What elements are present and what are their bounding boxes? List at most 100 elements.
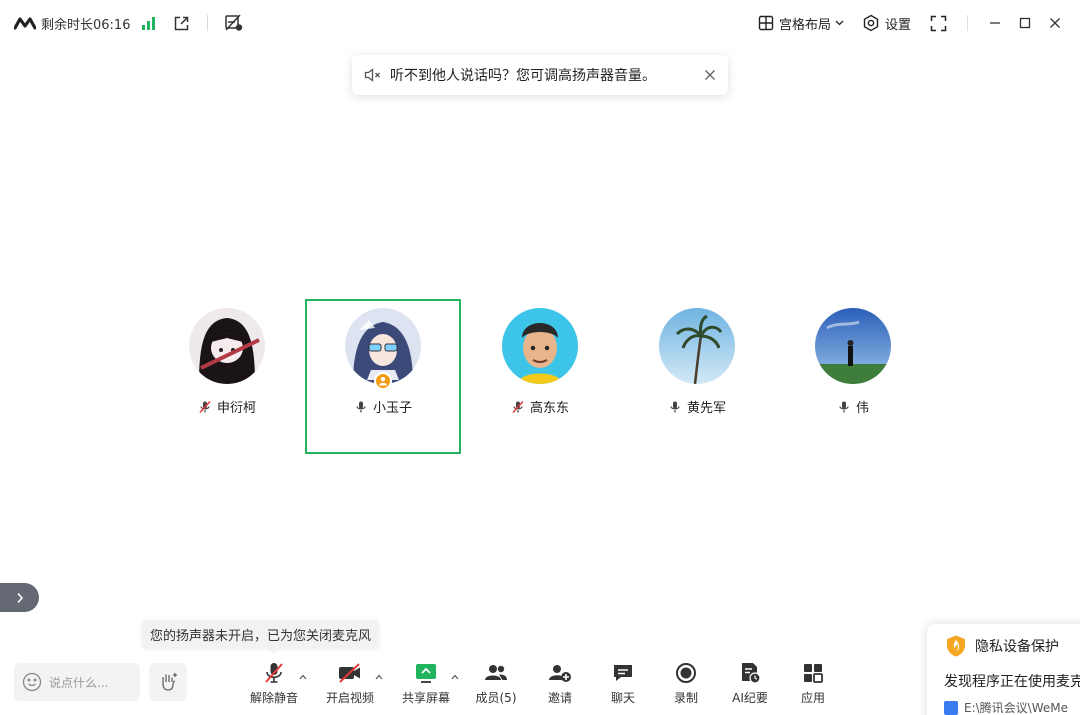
participant-name: 申衍柯: [216, 401, 256, 416]
expand-panel-button[interactable]: [0, 583, 39, 612]
mic-closed-tooltip: 您的扬声器未开启，已为您关闭麦克风: [142, 620, 380, 648]
invite-button[interactable]: 邀请: [528, 660, 592, 708]
ai-minutes-label: AI纪要: [732, 691, 768, 705]
grid-layout-icon: [758, 15, 774, 31]
fullscreen-button[interactable]: [923, 8, 953, 38]
title-bar-left: 剩余时长06:16: [0, 0, 247, 46]
raise-hand-icon: [162, 673, 177, 691]
tooltip-text: 您的扬声器未开启，已为您关闭麦克风: [150, 628, 372, 644]
title-bar-right: 宫格布局 设置: [758, 0, 1080, 46]
minimize-icon: [990, 22, 1000, 24]
avatar: [659, 308, 735, 384]
record-icon: [676, 663, 696, 683]
participant-name: 高东东: [529, 401, 569, 416]
title-bar: 剩余时长06:16 宫格布局 设置: [0, 0, 1080, 46]
chevron-up-icon: [299, 674, 307, 680]
ai-minutes-icon: [742, 663, 761, 684]
chevron-right-icon: [16, 592, 23, 603]
network-signal-icon[interactable]: [142, 16, 156, 30]
invite-icon: [549, 665, 571, 682]
share-screen-button[interactable]: 共享屏幕: [394, 660, 458, 708]
participant-name-row: 黄先军: [619, 397, 775, 416]
members-label: 成员(5): [475, 691, 517, 705]
invite-label: 邀请: [547, 691, 572, 705]
video-options-caret[interactable]: [374, 672, 384, 682]
mic-icon: [837, 400, 851, 414]
participant-name: 黄先军: [686, 401, 726, 416]
participant-name-row: 伟: [775, 397, 931, 416]
app-logo-icon: [14, 16, 36, 30]
close-button[interactable]: [1040, 8, 1070, 38]
participant-tile[interactable]: 黄先军: [619, 299, 775, 454]
participant-tile-active[interactable]: 小玉子: [305, 299, 461, 454]
speaker-volume-notice: 听不到他人说话吗？您可调高扬声器音量。: [352, 55, 728, 95]
privacy-title: 隐私设备保护: [975, 639, 1059, 655]
mic-off-icon: [265, 663, 283, 683]
notice-close-icon[interactable]: [704, 69, 716, 81]
unmute-button[interactable]: 解除静音: [242, 660, 306, 708]
chat-placeholder: 说点什么...: [49, 675, 109, 690]
raise-hand-button[interactable]: [149, 663, 187, 701]
participant-tile[interactable]: 伟: [775, 299, 931, 454]
record-label: 录制: [673, 691, 698, 705]
participant-name: 伟: [855, 401, 869, 416]
participant-name-row: 申衍柯: [149, 397, 305, 416]
avatar: [815, 308, 891, 384]
emoji-icon[interactable]: [22, 672, 42, 692]
mic-icon: [668, 400, 682, 414]
start-video-label: 开启视频: [325, 691, 374, 705]
popout-icon[interactable]: [168, 10, 194, 36]
record-button[interactable]: 录制: [654, 660, 718, 708]
mic-muted-icon: [511, 400, 525, 414]
apps-icon: [804, 664, 823, 683]
shield-icon: [947, 635, 965, 657]
remaining-time: 剩余时长06:16: [41, 17, 131, 33]
share-screen-label: 共享屏幕: [401, 691, 450, 705]
camera-off-icon: [339, 663, 360, 683]
maximize-button[interactable]: [1010, 8, 1040, 38]
chevron-down-icon: [835, 20, 844, 26]
participant-name-row: 高东东: [462, 397, 618, 416]
host-badge-icon: [374, 372, 392, 390]
layout-button[interactable]: 宫格布局: [758, 14, 844, 33]
chat-button[interactable]: 聊天: [591, 660, 655, 708]
chat-icon: [614, 665, 632, 681]
speaker-muted-icon: [364, 68, 382, 82]
tooltip-arrow: [267, 648, 279, 654]
program-icon: [944, 700, 958, 715]
unmute-label: 解除静音: [249, 691, 298, 705]
minimize-button[interactable]: [980, 8, 1010, 38]
chevron-up-icon: [375, 674, 383, 680]
chat-label: 聊天: [610, 691, 635, 705]
settings-button[interactable]: 设置: [862, 14, 911, 33]
apps-label: 应用: [800, 691, 825, 705]
participant-tile[interactable]: 申衍柯: [149, 299, 305, 454]
mic-muted-icon: [198, 400, 212, 414]
ai-minutes-button[interactable]: AI纪要: [718, 660, 782, 708]
avatar: [189, 308, 265, 384]
divider: [207, 15, 209, 31]
participant-tile[interactable]: 高东东: [462, 299, 618, 454]
fullscreen-icon: [930, 15, 946, 31]
maximize-icon: [1019, 17, 1031, 29]
apps-button[interactable]: 应用: [781, 660, 845, 708]
chat-input[interactable]: 说点什么...: [14, 663, 140, 701]
avatar: [502, 308, 578, 384]
program-path-text: E:\腾讯会议\WeMe: [964, 701, 1068, 715]
privacy-protection-panel[interactable]: 隐私设备保护 发现程序正在使用麦克 E:\腾讯会议\WeMe: [927, 624, 1080, 715]
screen-recording-off-icon[interactable]: [221, 10, 247, 36]
participant-name-row: 小玉子: [307, 397, 459, 416]
mic-icon: [354, 400, 368, 414]
members-icon: [485, 665, 507, 680]
audio-options-caret[interactable]: [298, 672, 308, 682]
gear-icon: [863, 14, 879, 32]
layout-label: 宫格布局: [778, 17, 831, 33]
notice-message: 听不到他人说话吗？您可调高扬声器音量。: [390, 68, 656, 84]
privacy-description: 发现程序正在使用麦克: [944, 674, 1080, 690]
close-icon: [1050, 18, 1060, 28]
privacy-program-path: E:\腾讯会议\WeMe: [944, 699, 1080, 715]
start-video-button[interactable]: 开启视频: [318, 660, 382, 708]
members-button[interactable]: 成员(5): [464, 660, 528, 708]
share-options-caret[interactable]: [450, 672, 460, 682]
settings-label: 设置: [884, 17, 911, 33]
